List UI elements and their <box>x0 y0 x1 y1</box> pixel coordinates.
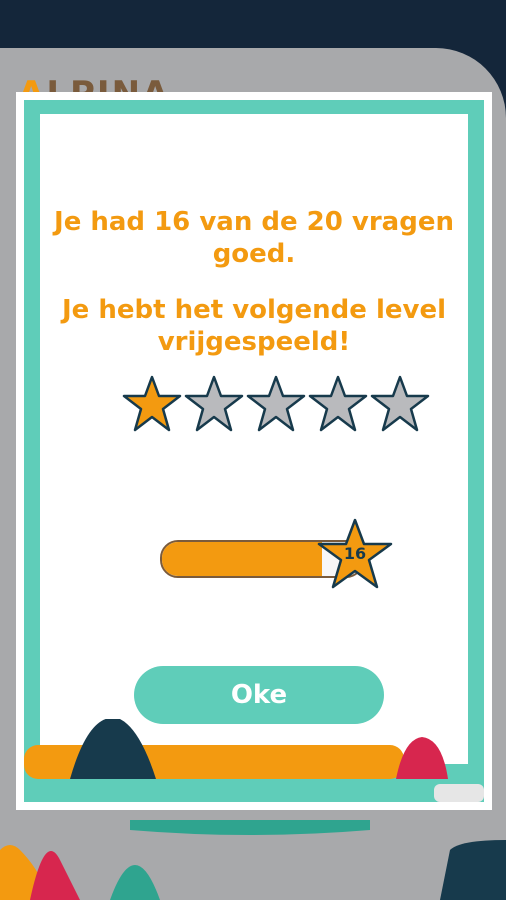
score-message: Je had 16 van de 20 vragen goed. <box>40 206 468 270</box>
ok-button[interactable]: Oke <box>134 666 384 724</box>
progress-score: 16 <box>343 544 367 563</box>
score-message-line: Je had 16 van de 20 vragen <box>54 207 454 237</box>
star-empty-icon <box>246 375 306 432</box>
star-rating <box>122 374 432 434</box>
star-empty-icon <box>308 375 368 432</box>
frame-decoration <box>434 784 484 802</box>
dialog-decoration <box>24 719 448 779</box>
background-decoration <box>0 820 506 900</box>
progress-star-badge: 16 <box>316 518 394 592</box>
progress-fill <box>162 542 322 576</box>
result-dialog: Je had 16 van de 20 vragen goed. Je hebt… <box>16 92 492 810</box>
dialog-frame: Je had 16 van de 20 vragen goed. Je hebt… <box>24 100 484 802</box>
unlock-message-line: Je hebt het volgende level <box>61 295 447 325</box>
unlock-message: Je hebt het volgende level vrijgespeeld! <box>40 294 468 358</box>
score-message-line: goed. <box>212 239 296 269</box>
unlock-message-line: vrijgespeeld! <box>157 327 351 357</box>
star-empty-icon <box>184 375 244 432</box>
dialog-content: Je had 16 van de 20 vragen goed. Je hebt… <box>24 114 468 779</box>
level-progress: 16 <box>160 518 393 589</box>
star-empty-icon <box>370 375 430 432</box>
star-filled-icon <box>122 375 182 432</box>
